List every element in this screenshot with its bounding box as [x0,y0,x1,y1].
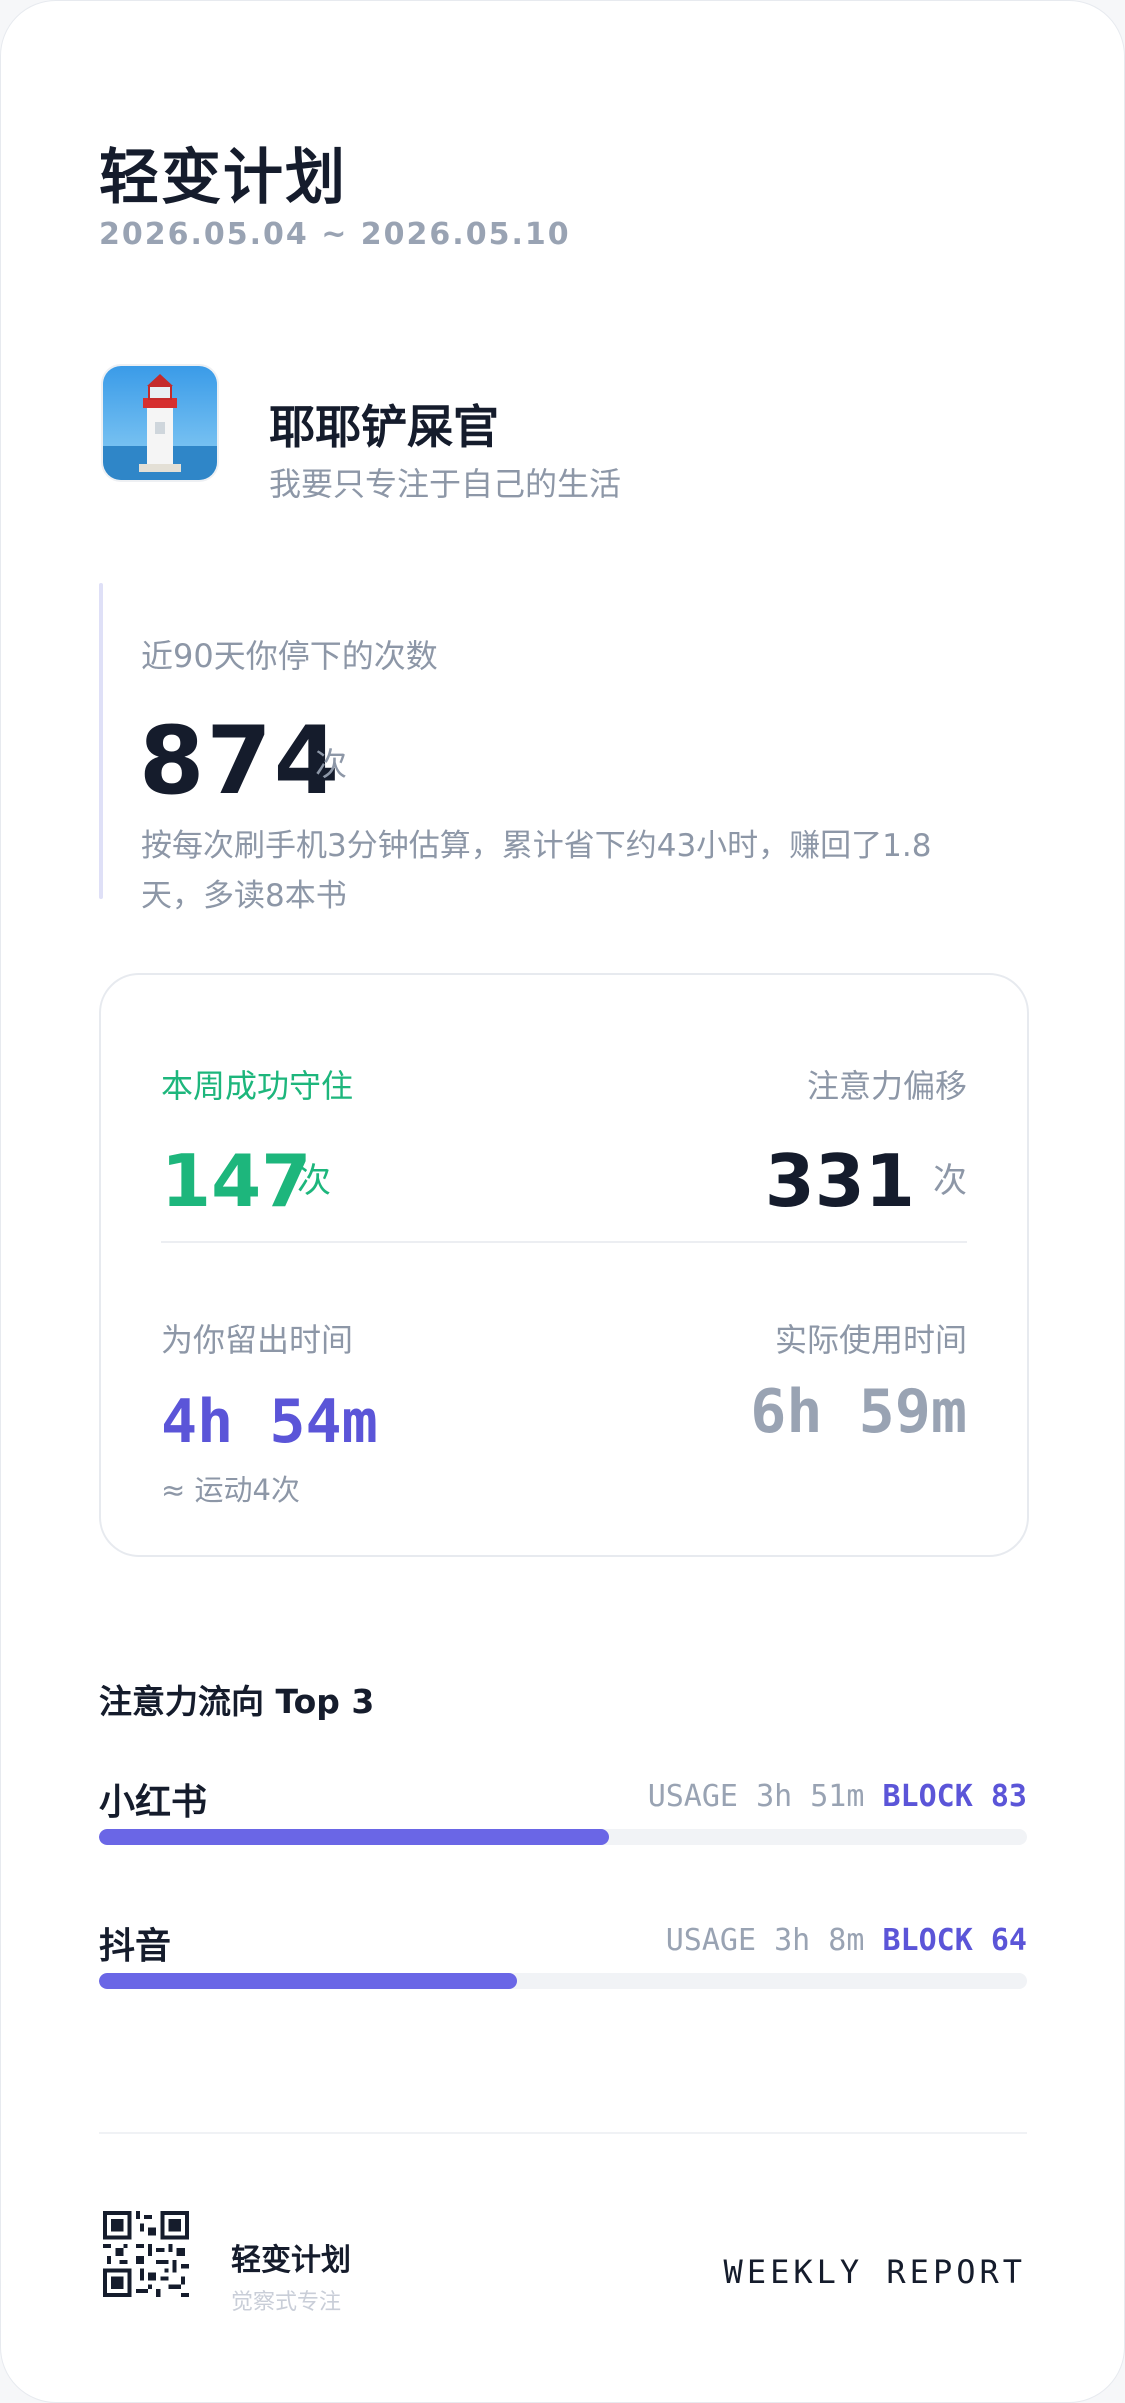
usage-bar-fill [99,1829,610,1845]
stop-count-description: 按每次刷手机3分钟估算，累计省下约43小时，赚回了1.8天，多读8本书 [141,828,932,914]
date-range: 2026.05.04 ~ 2026.05.10 [99,217,571,252]
lighthouse-icon [103,366,217,480]
top-app-row[interactable]: 小红书 USAGE 3h 51m BLOCK 83 [99,1773,1027,1873]
weekly-report-card: 轻变计划 2026.05.04 ~ 2026.05.10 耶耶铲屎官 我要只专注… [0,0,1125,2403]
saved-time-label: 为你留出时间 [161,1321,354,1359]
block-label: BLOCK [882,1923,973,1958]
held-label: 本周成功守住 [161,1067,354,1105]
usage-bar-fill [99,1973,517,1989]
footer-tagline: 觉察式专注 [231,2290,342,2315]
drift-unit: 次 [933,1161,967,1201]
usage-value: 3h 51m [756,1779,865,1814]
used-time-value: 6h 59m [750,1377,967,1447]
top-app-row[interactable]: 抖音 USAGE 3h 8m BLOCK 64 [99,1917,1027,2017]
held-unit: 次 [297,1161,331,1201]
user-motto: 我要只专注于自己的生活 [269,465,622,503]
footer-brand: 轻变计划 [231,2243,351,2278]
quote-bar [99,583,103,899]
qr-code-icon[interactable] [103,2211,189,2297]
footer-divider [99,2132,1027,2134]
qr-code-graphic [103,2211,189,2297]
used-time-label: 实际使用时间 [774,1321,967,1359]
drift-count: 331 [764,1139,915,1223]
top-apps-title: 注意力流向 Top 3 [99,1682,375,1721]
usage-bar-track [99,1829,1027,1845]
lighthouse-avatar[interactable] [101,364,219,482]
page-title: 轻变计划 [99,143,347,213]
app-name: 抖音 [99,1926,172,1967]
panel-divider [161,1241,967,1243]
user-name: 耶耶铲屎官 [269,400,499,454]
app-name: 小红书 [99,1782,208,1823]
stop-count-unit: 次 [315,745,348,783]
stop-count-label: 近90天你停下的次数 [141,637,438,675]
saved-time-note: ≈ 运动4次 [161,1473,300,1507]
stop-count-value: 874 [139,707,342,816]
app-stats: USAGE 3h 8m BLOCK 64 [666,1923,1027,1958]
weekly-report-label: WEEKLY REPORT [723,2253,1026,2291]
block-value: 64 [990,1923,1027,1958]
app-stats: USAGE 3h 51m BLOCK 83 [648,1779,1027,1814]
usage-label: USAGE [665,1923,757,1958]
weekly-stats-panel: 本周成功守住 147 次 注意力偏移 331 次 为你留出时间 4h 54m ≈… [99,973,1029,1557]
usage-bar-track [99,1973,1027,1989]
block-value: 83 [990,1779,1027,1814]
block-label: BLOCK [882,1779,973,1814]
usage-value: 3h 8m [774,1923,865,1958]
drift-label: 注意力偏移 [806,1067,967,1105]
usage-label: USAGE [647,1779,738,1814]
saved-time-value: 4h 54m [161,1387,378,1457]
held-count: 147 [161,1139,312,1223]
